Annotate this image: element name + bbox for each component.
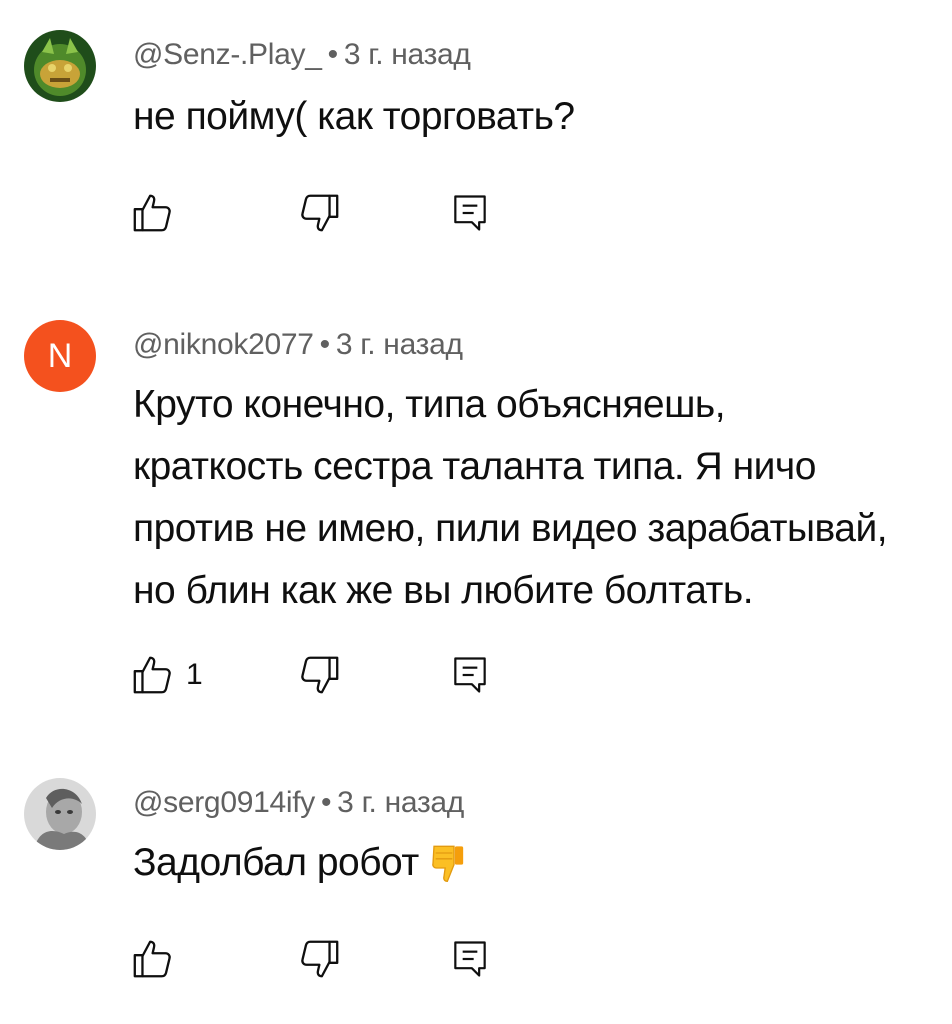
comment-line: не пойму( как торговать?: [133, 95, 575, 138]
comment-meta: @serg0914ify • 3 г. назад: [133, 786, 464, 820]
dislike-button[interactable]: [296, 188, 342, 238]
like-count: 1: [186, 658, 203, 691]
thumbs-up-outline-icon: [133, 656, 171, 694]
reply-button[interactable]: [448, 188, 492, 238]
thumbs-down-outline-icon: [301, 656, 339, 694]
meta-separator: •: [319, 328, 331, 361]
meta-separator: •: [327, 38, 339, 71]
comment-line: Задолбал робот: [133, 832, 469, 894]
comment-line: но блин как же вы любите болтать.: [133, 569, 754, 612]
reply-comment-icon: [454, 941, 486, 977]
meta-separator: •: [320, 786, 332, 819]
comment-text: Круто конечно, типа объясняешь, краткост…: [133, 374, 888, 622]
dislike-button[interactable]: [296, 934, 342, 984]
thumbs-up-outline-icon: [133, 940, 171, 978]
like-button[interactable]: [130, 934, 186, 984]
comment-text: Задолбал робот: [133, 832, 469, 894]
grey-face-avatar-icon: [24, 778, 96, 850]
author-name[interactable]: @Senz-.Play_: [133, 38, 322, 71]
comment-line: против не имею, пили видео зарабатывай,: [133, 507, 888, 550]
reply-comment-icon: [454, 195, 486, 231]
comment-text: не пойму( как торговать?: [133, 86, 575, 148]
avatar[interactable]: [24, 30, 96, 102]
reply-button[interactable]: [448, 650, 492, 700]
comment-time[interactable]: 3 г. назад: [337, 786, 464, 819]
avatar[interactable]: N: [24, 320, 96, 392]
like-button[interactable]: 1: [130, 650, 203, 700]
author-name[interactable]: @niknok2077: [133, 328, 314, 361]
avatar-letter: N: [47, 336, 73, 375]
comment-time[interactable]: 3 г. назад: [336, 328, 463, 361]
thumbs-down-outline-icon: [301, 940, 339, 978]
thumbs-down-emoji: [431, 845, 463, 883]
thumbs-down-outline-icon: [301, 194, 339, 232]
thumbs-up-outline-icon: [133, 194, 171, 232]
comment-time[interactable]: 3 г. назад: [344, 38, 471, 71]
comment-line: Круто конечно, типа объясняешь,: [133, 383, 726, 426]
comment-line: краткость сестра таланта типа. Я ничо: [133, 445, 816, 488]
comment-line-text: Задолбал робот: [133, 841, 419, 884]
reply-comment-icon: [454, 657, 486, 693]
dislike-button[interactable]: [296, 650, 342, 700]
comment-meta: @niknok2077 • 3 г. назад: [133, 328, 463, 362]
reply-button[interactable]: [448, 934, 492, 984]
green-creature-avatar-icon: [24, 30, 96, 102]
avatar[interactable]: [24, 778, 96, 850]
like-button[interactable]: [130, 188, 186, 238]
comment-meta: @Senz-.Play_ • 3 г. назад: [133, 38, 471, 72]
author-name[interactable]: @serg0914ify: [133, 786, 315, 819]
